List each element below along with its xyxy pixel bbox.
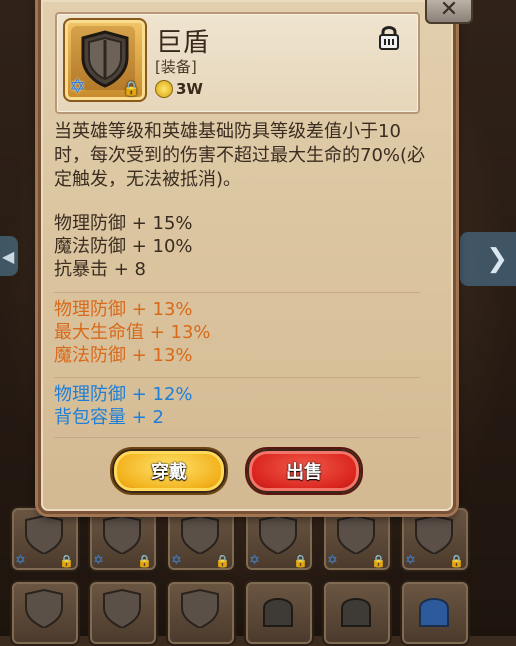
- inventory-slot[interactable]: ✡ 🔒: [244, 506, 314, 572]
- inventory-slot[interactable]: ✡ 🔒: [88, 506, 158, 572]
- base-stats: 物理防御 + 15% 魔法防御 + 10% 抗暴击 + 8: [54, 212, 424, 281]
- star-of-david-icon: ✡: [69, 74, 86, 98]
- item-description: 当英雄等级和英雄基础防具等级差值小于10时，每次受到的伤害不超过最大生命的70%…: [54, 121, 426, 190]
- star-icon: ✡: [15, 553, 26, 568]
- shield-icon: [25, 588, 63, 628]
- inventory-slot[interactable]: ✡ 🔒: [10, 506, 80, 572]
- shield-icon: [337, 514, 375, 554]
- prev-arrow-icon: ◀: [2, 247, 15, 266]
- stat-line: 魔法防御 + 10%: [54, 236, 193, 257]
- sell-button[interactable]: 出售: [247, 449, 361, 493]
- inventory-slot[interactable]: [10, 580, 80, 646]
- stat-line: 物理防御 + 12%: [54, 384, 193, 405]
- shield-icon: [181, 588, 219, 628]
- close-icon: ✕: [439, 0, 459, 22]
- item-icon-frame: ✡ 🔒: [63, 18, 147, 102]
- inventory-slot[interactable]: [322, 580, 392, 646]
- star-icon: ✡: [327, 553, 338, 568]
- item-price: 3W: [176, 80, 203, 98]
- inventory-slot[interactable]: [400, 580, 470, 646]
- shield-icon: [415, 514, 453, 554]
- inventory-slot[interactable]: [88, 580, 158, 646]
- lock-icon: 🔒: [293, 554, 308, 568]
- coin-icon: [155, 80, 173, 98]
- inventory-slot[interactable]: ✡ 🔒: [400, 506, 470, 572]
- lock-icon: 🔒: [371, 554, 386, 568]
- bonus-stats-orange: 物理防御 + 13% 最大生命值 + 13% 魔法防御 + 13%: [54, 298, 424, 367]
- inventory-slot[interactable]: ✡ 🔒: [166, 506, 236, 572]
- bonus-stats-blue: 物理防御 + 12% 背包容量 + 2: [54, 383, 424, 429]
- inventory-slot[interactable]: [244, 580, 314, 646]
- divider: [54, 377, 420, 378]
- shield-icon: [81, 30, 129, 88]
- helmet-icon: [263, 598, 293, 627]
- lock-icon: 🔒: [215, 554, 230, 568]
- stat-line: 最大生命值 + 13%: [54, 322, 211, 343]
- star-icon: ✡: [249, 553, 260, 568]
- item-name: 巨盾: [156, 28, 211, 58]
- shield-icon: [103, 514, 141, 554]
- lock-icon: 🔒: [449, 554, 464, 568]
- inventory-slot[interactable]: ✡ 🔒: [322, 506, 392, 572]
- close-button[interactable]: ✕: [425, 0, 473, 24]
- inventory-grid: ✡ 🔒 ✡ 🔒 ✡ 🔒 ✡ 🔒 ✡ 🔒 ✡ 🔒: [10, 506, 510, 646]
- stat-line: 魔法防御 + 13%: [54, 345, 193, 366]
- divider: [54, 437, 420, 438]
- helmet-icon: [341, 598, 371, 627]
- shield-icon: [103, 588, 141, 628]
- star-icon: ✡: [93, 553, 104, 568]
- item-type: [装备]: [155, 58, 197, 76]
- stat-line: 背包容量 + 2: [54, 407, 164, 428]
- divider: [54, 292, 420, 293]
- inventory-slot[interactable]: [166, 580, 236, 646]
- star-icon: ✡: [171, 553, 182, 568]
- lock-icon: 🔒: [137, 554, 152, 568]
- helmet-icon: [419, 598, 449, 627]
- equip-button[interactable]: 穿戴: [112, 449, 226, 493]
- shield-icon: [181, 514, 219, 554]
- lock-icon[interactable]: [378, 24, 400, 50]
- lock-icon: 🔒: [59, 554, 74, 568]
- star-icon: ✡: [405, 553, 416, 568]
- stat-line: 物理防御 + 15%: [54, 213, 193, 234]
- shield-icon: [25, 514, 63, 554]
- next-arrow-icon: ❯: [486, 244, 508, 274]
- stat-line: 物理防御 + 13%: [54, 299, 193, 320]
- shield-icon: [259, 514, 297, 554]
- lock-icon: 🔒: [122, 81, 140, 97]
- stat-line: 抗暴击 + 8: [54, 259, 146, 280]
